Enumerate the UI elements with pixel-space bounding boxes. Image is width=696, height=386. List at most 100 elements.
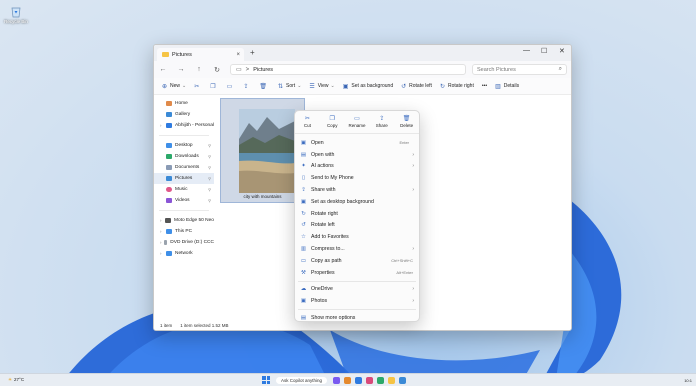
- search-placeholder: Search Pictures: [477, 66, 516, 73]
- sun-icon: ☀: [8, 377, 13, 382]
- delete-action[interactable]: 🗑 Delete: [394, 111, 419, 133]
- plus-circle-icon: ⊕: [162, 83, 168, 90]
- menu-item-label: Set as desktop background: [311, 198, 374, 205]
- up-button[interactable]: ↑: [190, 66, 208, 73]
- sidebar-item-label: DVD Drive (D:) CCC: [170, 240, 214, 245]
- sidebar-item-label: Downloads: [175, 154, 199, 159]
- share-action[interactable]: ⇪ Share: [369, 111, 394, 133]
- file-explorer-icon[interactable]: [388, 376, 396, 384]
- recycle-bin-desktop-icon[interactable]: Recycle Bin: [2, 4, 30, 24]
- scissors-icon: ✂: [194, 83, 200, 90]
- file-name: city with mountains: [243, 194, 282, 199]
- address-bar[interactable]: ▭ > Pictures: [230, 64, 466, 75]
- rotate-left-button[interactable]: ↺ Rotate left: [401, 83, 432, 90]
- sidebar-item-music[interactable]: Music ⚲: [154, 184, 214, 195]
- sidebar-item-gallery[interactable]: Gallery: [154, 109, 214, 120]
- menu-item-send-to-phone[interactable]: ▯ Send to My Phone: [295, 172, 419, 184]
- menu-item-photos[interactable]: ▣ Photos ›: [295, 295, 419, 307]
- breadcrumb-pictures[interactable]: Pictures: [253, 67, 273, 73]
- tab-close-icon[interactable]: ×: [236, 52, 240, 58]
- menu-item-label: Send to My Phone: [311, 175, 354, 182]
- rotate-left-icon: ↺: [401, 83, 407, 90]
- cut-toolbar-button[interactable]: ✂: [194, 83, 202, 90]
- back-button[interactable]: ←: [154, 66, 172, 73]
- sidebar-item-home[interactable]: Home: [154, 98, 214, 109]
- menu-item-rotate-left[interactable]: ↺ Rotate left: [295, 220, 419, 232]
- app-icon[interactable]: [377, 376, 385, 384]
- phone-icon: ▯: [301, 175, 306, 182]
- music-icon: [166, 187, 172, 192]
- title-bar: Pictures × + — ☐ ✕: [154, 45, 571, 61]
- start-button[interactable]: [262, 376, 270, 384]
- close-button[interactable]: ✕: [559, 47, 565, 55]
- menu-item-show-more-options[interactable]: ▤ Show more options: [295, 312, 419, 321]
- menu-item-open[interactable]: ▣ Open Enter: [295, 137, 419, 149]
- sidebar-item-label: Abhijith - Personal: [175, 123, 214, 128]
- menu-item-open-with[interactable]: ▤ Open with ›: [295, 149, 419, 161]
- desktop-background-icon: ▣: [300, 198, 307, 205]
- menu-item-ai-actions[interactable]: ✦ AI actions ›: [295, 161, 419, 173]
- search-input[interactable]: Search Pictures ⌕: [472, 64, 567, 75]
- copy-toolbar-button[interactable]: ❐: [210, 83, 218, 90]
- share-icon: ⇪: [301, 187, 306, 194]
- refresh-button[interactable]: ↻: [208, 66, 226, 74]
- forward-button[interactable]: →: [172, 66, 190, 73]
- sidebar-item-videos[interactable]: Videos ⚲: [154, 195, 214, 206]
- edge-icon[interactable]: [355, 376, 363, 384]
- view-button[interactable]: ☰ View ⌄: [309, 83, 334, 90]
- rename-icon: ▭: [226, 83, 233, 90]
- star-icon: ☆: [301, 234, 306, 241]
- rename-toolbar-button[interactable]: ▭: [227, 83, 236, 90]
- details-pane-icon: ▥: [495, 83, 501, 90]
- copy-action[interactable]: ❐ Copy: [320, 111, 345, 133]
- sidebar-item-this-pc[interactable]: › This PC: [154, 226, 214, 237]
- taskbar-search[interactable]: Ask Copilot anything: [276, 376, 328, 384]
- breadcrumb-separator: >: [245, 66, 250, 73]
- menu-item-share-with[interactable]: ⇪ Share with ›: [295, 184, 419, 196]
- divider: [159, 135, 209, 136]
- maximize-button[interactable]: ☐: [541, 47, 547, 55]
- copilot-icon[interactable]: [333, 376, 341, 384]
- sort-button[interactable]: ⇅ Sort ⌄: [278, 83, 301, 90]
- sidebar-item-phone[interactable]: › Moto Edge 50 Neo: [154, 215, 214, 226]
- menu-item-add-to-favorites[interactable]: ☆ Add to Favorites: [295, 231, 419, 243]
- sidebar-item-documents[interactable]: Documents ⚲: [154, 162, 214, 173]
- minimize-button[interactable]: —: [523, 47, 530, 54]
- sidebar-item-desktop[interactable]: Desktop ⚲: [154, 140, 214, 151]
- menu-item-compress-to[interactable]: ▥ Compress to... ›: [295, 243, 419, 255]
- sidebar-item-dvd-drive[interactable]: › DVD Drive (D:) CCC: [154, 237, 214, 248]
- pin-icon: ⚲: [208, 176, 211, 181]
- menu-item-properties[interactable]: ⚒ Properties Alt+Enter: [295, 267, 419, 279]
- clock[interactable]: 10:1: [684, 378, 692, 383]
- menu-item-rotate-right[interactable]: ↻ Rotate right: [295, 208, 419, 220]
- sidebar-item-onedrive[interactable]: › Abhijith - Personal: [154, 120, 214, 131]
- details-button[interactable]: ▥ Details: [495, 83, 519, 90]
- menu-item-set-desktop-background[interactable]: ▣ Set as desktop background: [295, 196, 419, 208]
- app-icon[interactable]: [366, 376, 374, 384]
- computer-icon: [166, 229, 172, 234]
- rotate-right-icon: ↻: [301, 210, 306, 217]
- share-toolbar-button[interactable]: ⇪: [243, 83, 251, 90]
- delete-toolbar-button[interactable]: 🗑: [259, 83, 270, 90]
- trash-icon: 🗑: [402, 116, 411, 122]
- set-background-button[interactable]: ▣ Set as background: [343, 83, 393, 90]
- sidebar-item-pictures[interactable]: Pictures ⚲: [154, 173, 214, 184]
- new-button[interactable]: ⊕ New ⌄: [162, 83, 186, 90]
- sidebar-item-downloads[interactable]: Downloads ⚲: [154, 151, 214, 162]
- rotate-right-button[interactable]: ↻ Rotate right: [440, 83, 474, 90]
- rename-action[interactable]: ▭ Rename: [345, 111, 370, 133]
- sidebar-item-network[interactable]: › Network: [154, 248, 214, 259]
- new-tab-button[interactable]: +: [250, 48, 255, 57]
- tab-pictures[interactable]: Pictures ×: [157, 48, 244, 61]
- store-icon[interactable]: [399, 376, 407, 384]
- file-tile-selected[interactable]: city with mountains: [220, 98, 305, 203]
- cut-action[interactable]: ✂ Cut: [295, 111, 320, 133]
- app-icon[interactable]: [344, 376, 352, 384]
- delete-label: Delete: [400, 123, 414, 128]
- menu-item-onedrive[interactable]: ☁ OneDrive ›: [295, 284, 419, 296]
- copy-path-icon: ▭: [300, 257, 307, 264]
- weather-widget[interactable]: ☀ 27°C: [8, 377, 24, 383]
- sidebar-item-label: This PC: [175, 229, 193, 234]
- menu-item-copy-as-path[interactable]: ▭ Copy as path Ctrl+Shift+C: [295, 255, 419, 267]
- more-button[interactable]: •••: [482, 83, 487, 89]
